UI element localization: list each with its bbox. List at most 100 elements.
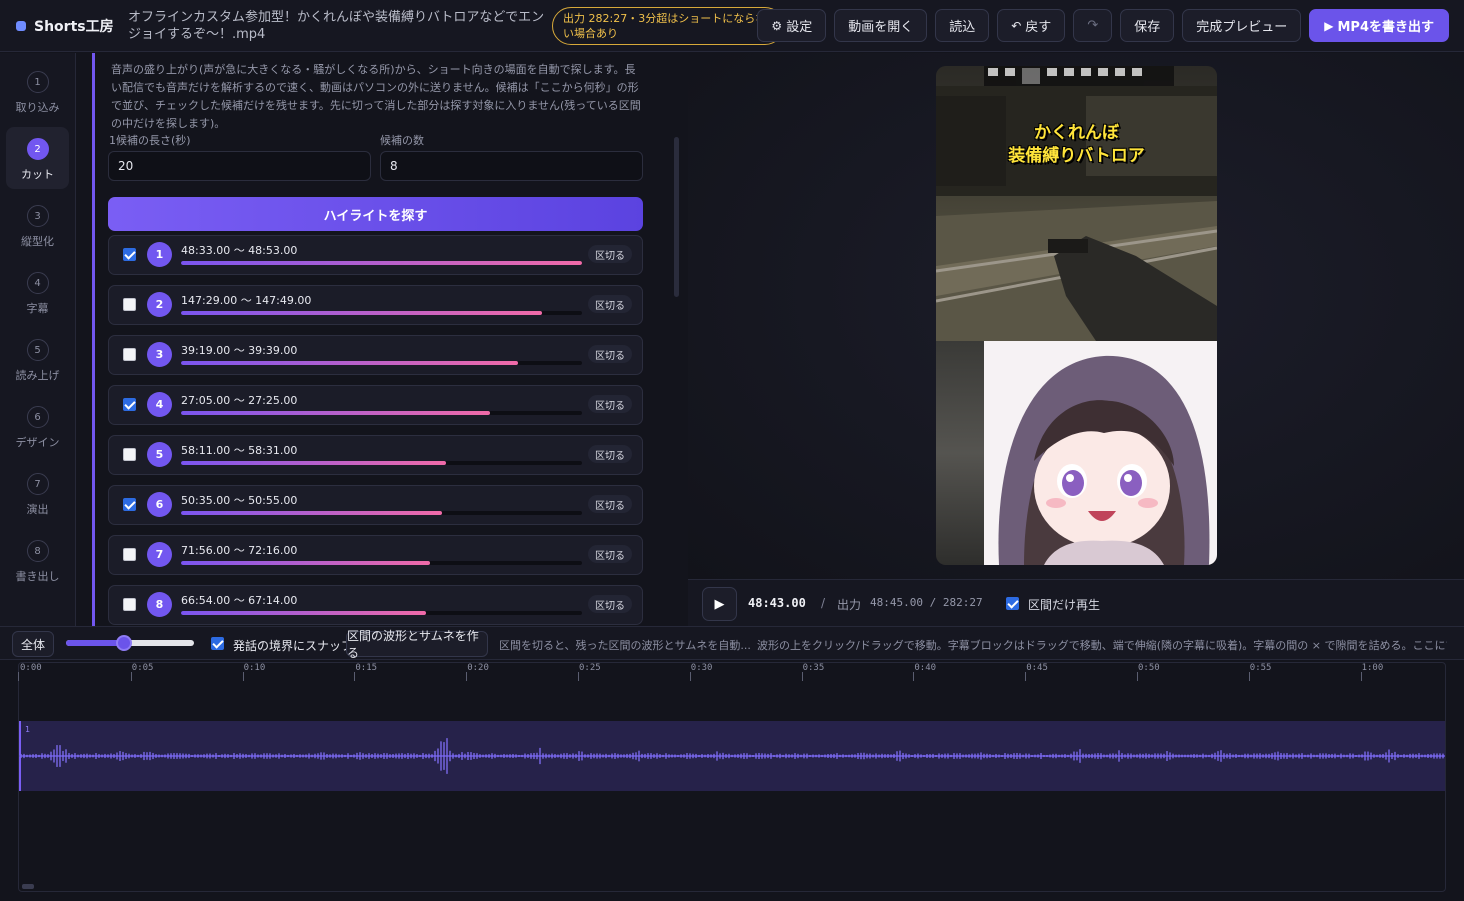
cut-button[interactable]: 区切る xyxy=(588,395,632,413)
cut-button[interactable]: 区切る xyxy=(588,595,632,613)
time-tick xyxy=(1360,672,1362,681)
audio-waveform xyxy=(19,738,1445,774)
step-label: カット xyxy=(21,168,54,181)
step-subtitles[interactable]: 4 字幕 xyxy=(6,261,69,323)
candidate-checkbox[interactable] xyxy=(123,398,136,411)
candidate-time-range: 27:05.00 〜 27:25.00 xyxy=(181,394,298,407)
fit-all-button[interactable]: 全体 xyxy=(12,631,54,657)
preview-button[interactable]: 完成プレビュー xyxy=(1182,9,1302,42)
step-export[interactable]: 8 書き出し xyxy=(6,529,69,591)
caption-line-1: かくれんぼ xyxy=(1034,123,1119,143)
candidate-row[interactable]: 3 39:19.00 〜 39:39.00 区切る xyxy=(108,335,643,375)
file-title: オフラインカスタム参加型！かくれんぼや装備縛りバトロアなどでエンジョイするぞ〜！… xyxy=(128,9,545,42)
audio-track[interactable]: 1 xyxy=(19,721,1445,791)
zoom-slider[interactable] xyxy=(66,635,194,651)
game-scene-art xyxy=(936,86,1217,341)
timeline-help-text: 波形の上をクリック/ドラッグで移動。字幕ブロックはドラッグで移動、端で伸縮(隣の… xyxy=(757,639,1447,652)
candidate-time-range: 48:33.00 〜 48:53.00 xyxy=(181,244,298,257)
settings-button[interactable]: ⚙ 設定 xyxy=(757,9,827,42)
timeline-scrollbar[interactable] xyxy=(22,884,34,889)
cut-button[interactable]: 区切る xyxy=(588,245,632,263)
zoom-slider-knob[interactable] xyxy=(115,635,132,651)
cut-button[interactable]: 区切る xyxy=(588,445,632,463)
candidate-row[interactable]: 8 66:54.00 〜 67:14.00 区切る xyxy=(108,585,643,625)
vertical-video-preview[interactable]: かくれんぼ 装備縛りバトロア xyxy=(936,66,1217,565)
candidate-score-bar xyxy=(181,461,582,465)
highlight-description: 音声の盛り上がり(声が急に大きくなる・騒がしくなる所)から、ショート向きの場面を… xyxy=(111,63,641,130)
open-video-button[interactable]: 動画を開く xyxy=(834,9,928,42)
count-input[interactable]: 8 xyxy=(380,151,643,181)
video-caption: かくれんぼ 装備縛りバトロア xyxy=(936,122,1217,168)
candidate-row[interactable]: 2 147:29.00 〜 147:49.00 区切る xyxy=(108,285,643,325)
candidate-checkbox[interactable] xyxy=(123,448,136,461)
play-button[interactable]: ▶ xyxy=(702,587,737,621)
timeline[interactable]: 0:00 0:05 0:10 0:15 0:20 0:25 0:30 0:35 0:40 0:45… xyxy=(0,660,1464,901)
time-tick xyxy=(466,672,468,681)
candidate-score-bar xyxy=(181,311,582,315)
candidate-row[interactable]: 6 50:35.00 〜 50:55.00 区切る xyxy=(108,485,643,525)
load-button[interactable]: 読込 xyxy=(935,9,990,42)
export-mp4-button[interactable]: ▶ MP4を書き出す xyxy=(1309,9,1449,42)
candidate-score-bar xyxy=(181,261,582,265)
candidate-checkbox[interactable] xyxy=(123,498,136,511)
save-button[interactable]: 保存 xyxy=(1120,9,1175,42)
candidate-number: 2 xyxy=(147,292,172,317)
candidate-checkbox[interactable] xyxy=(123,248,136,261)
candidate-row[interactable]: 4 27:05.00 〜 27:25.00 区切る xyxy=(108,385,643,425)
build-waveform-button[interactable]: 区間の波形とサムネを作る xyxy=(346,629,488,660)
step-number: 1 xyxy=(26,71,49,93)
range-only-checkbox[interactable] xyxy=(1006,597,1019,610)
panel-scrollbar[interactable] xyxy=(674,137,679,297)
time-tick-label: 0:20 xyxy=(467,663,489,673)
range-only-label: 区間だけ再生 xyxy=(1028,598,1101,612)
length-input[interactable]: 20 xyxy=(108,151,371,181)
candidate-row[interactable]: 7 71:56.00 〜 72:16.00 区切る xyxy=(108,535,643,575)
find-highlights-button[interactable]: ハイライトを探す xyxy=(108,197,643,231)
time-tick-label: 0:15 xyxy=(355,663,378,673)
candidate-time-range: 58:11.00 〜 58:31.00 xyxy=(181,444,298,457)
time-tick-label: 0:50 xyxy=(1138,663,1160,673)
step-effects[interactable]: 7 演出 xyxy=(6,462,69,524)
playback-bar: ▶ 48:43.00 / 出力 48:45.00 / 282:27 区間だけ再生 xyxy=(688,579,1464,626)
candidate-number: 1 xyxy=(147,242,172,267)
step-number: 3 xyxy=(26,205,49,227)
game-footage-strip xyxy=(936,341,984,565)
undo-button[interactable]: ↶ 戻す xyxy=(997,9,1066,42)
step-import[interactable]: 1 取り込み xyxy=(6,60,69,122)
app-name: Shorts工房 xyxy=(34,18,114,35)
step-design[interactable]: 6 デザイン xyxy=(6,395,69,457)
cut-button[interactable]: 区切る xyxy=(588,345,632,363)
candidate-row[interactable]: 5 58:11.00 〜 58:31.00 区切る xyxy=(108,435,643,475)
cut-button[interactable]: 区切る xyxy=(588,295,632,313)
snap-checkbox[interactable] xyxy=(211,637,224,650)
cut-button[interactable]: 区切る xyxy=(588,545,632,563)
time-tick xyxy=(130,672,132,681)
candidate-score-fill xyxy=(181,461,446,465)
highlight-panel: 音声の盛り上がり(声が急に大きくなる・騒がしくなる所)から、ショート向きの場面を… xyxy=(92,53,685,626)
time-tick xyxy=(242,672,244,681)
step-vertical[interactable]: 3 縦型化 xyxy=(6,194,69,256)
time-tick-label: 0:30 xyxy=(690,663,713,673)
timeline-toolbar: 全体 発話の境界にスナップ 区間の波形とサムネを作る 区間を切ると、残った区間の… xyxy=(0,626,1464,660)
output-label: 出力 xyxy=(837,598,862,612)
candidate-time-range: 39:19.00 〜 39:39.00 xyxy=(181,344,298,357)
time-tick-label: 0:35 xyxy=(802,663,825,673)
step-cut[interactable]: 2 カット xyxy=(6,127,69,189)
candidate-checkbox[interactable] xyxy=(123,598,136,611)
candidate-checkbox[interactable] xyxy=(123,548,136,561)
count-label: 候補の数 xyxy=(380,134,424,147)
brand: Shorts工房 xyxy=(16,16,124,36)
candidate-checkbox[interactable] xyxy=(123,348,136,361)
step-label: デザイン xyxy=(15,436,60,449)
step-narration[interactable]: 5 読み上げ xyxy=(6,328,69,390)
candidate-score-fill xyxy=(181,261,582,265)
candidate-checkbox[interactable] xyxy=(123,298,136,311)
candidate-row[interactable]: 1 48:33.00 〜 48:53.00 区切る xyxy=(108,235,643,275)
redo-button[interactable]: ↷ xyxy=(1073,9,1113,42)
cut-button[interactable]: 区切る xyxy=(588,495,632,513)
candidate-score-bar xyxy=(181,361,582,365)
candidate-time-range: 71:56.00 〜 72:16.00 xyxy=(181,544,298,557)
step-number: 7 xyxy=(26,473,49,495)
time-tick-label: 0:05 xyxy=(131,663,154,673)
time-tick xyxy=(1137,672,1138,681)
